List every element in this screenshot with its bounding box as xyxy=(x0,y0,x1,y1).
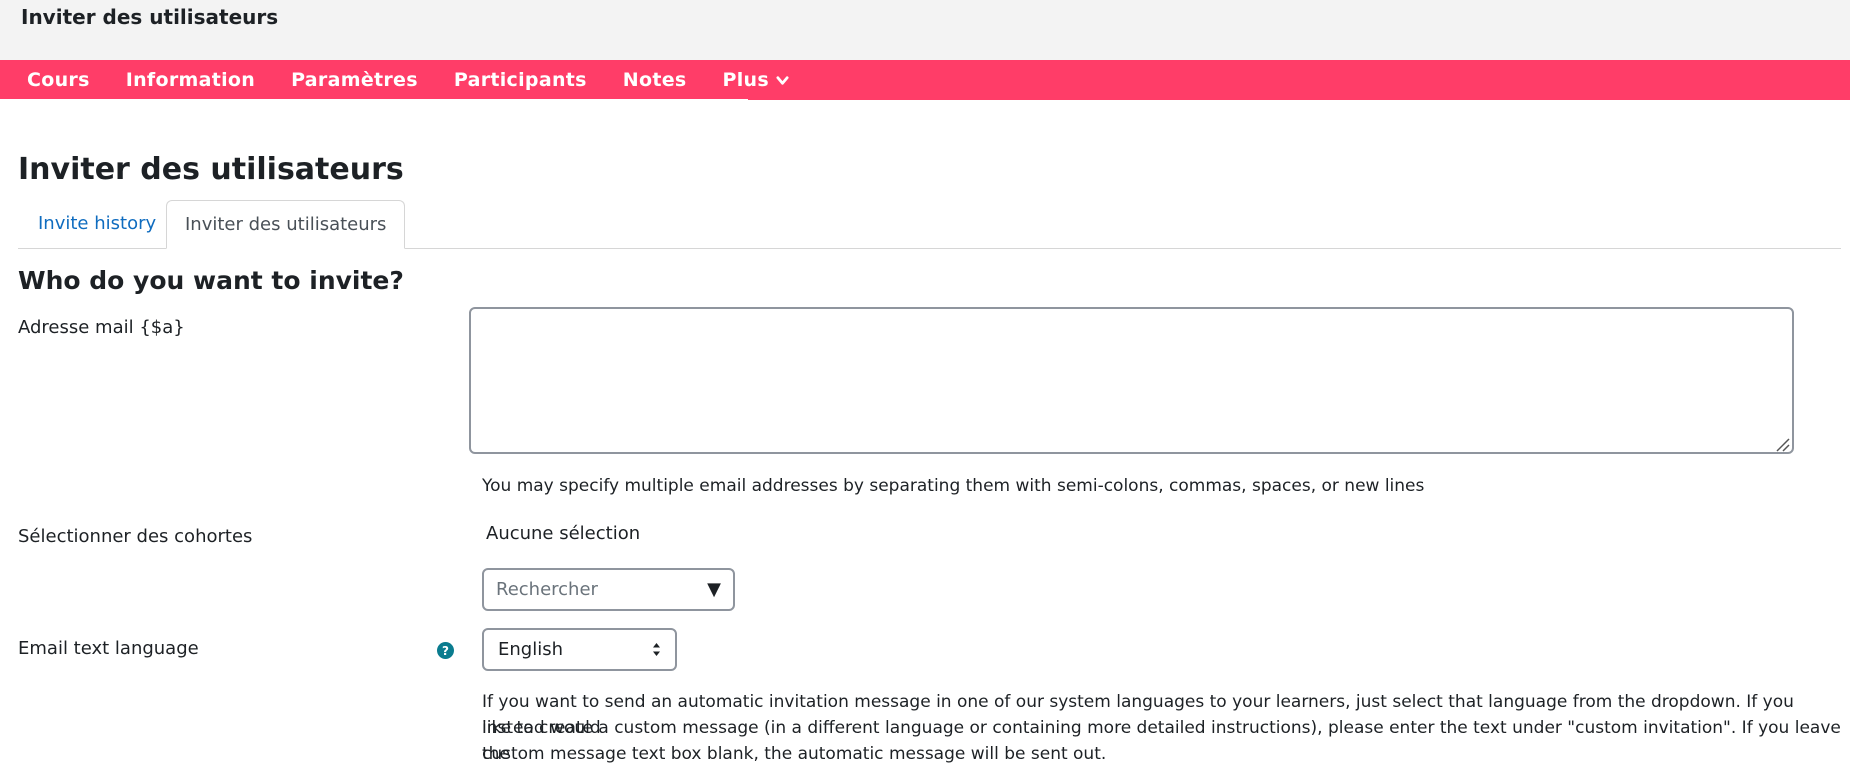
nav-item-information[interactable]: Information xyxy=(108,60,273,100)
nav-item-label: Participants xyxy=(453,69,587,91)
nav-item-parametres[interactable]: Paramètres xyxy=(273,60,436,100)
select-arrows-icon xyxy=(653,643,660,656)
cohort-search-box[interactable]: ▼ xyxy=(482,568,735,611)
nav-items: Cours Information Paramètres Participant… xyxy=(0,60,807,100)
nav-item-plus[interactable]: Plus xyxy=(705,60,807,100)
header-title: Inviter des utilisateurs xyxy=(21,5,279,29)
section-heading: Who do you want to invite? xyxy=(18,266,404,295)
nav-item-label: Cours xyxy=(27,69,90,91)
nav-item-notes[interactable]: Notes xyxy=(605,60,705,100)
resize-grip-icon[interactable] xyxy=(1774,436,1790,452)
page-title: Inviter des utilisateurs xyxy=(18,152,404,187)
nav-item-label: Notes xyxy=(622,69,687,91)
email-label: Adresse mail {$a} xyxy=(18,317,185,338)
nav-item-label: Information xyxy=(125,69,256,91)
nav-item-label: Paramètres xyxy=(291,69,418,91)
course-navigation: Cours Information Paramètres Participant… xyxy=(0,60,1850,100)
email-textarea[interactable] xyxy=(469,307,1794,454)
question-circle-icon[interactable]: ? xyxy=(437,642,454,659)
language-select[interactable]: English xyxy=(482,628,677,671)
nav-item-label: Plus xyxy=(722,69,769,91)
cohorts-label: Sélectionner des cohortes xyxy=(18,526,253,547)
email-help-text: You may specify multiple email addresses… xyxy=(482,476,1425,496)
nav-item-cours[interactable]: Cours xyxy=(0,60,108,100)
tab-invite-history[interactable]: Invite history xyxy=(20,200,174,248)
language-label: Email text language xyxy=(18,638,199,659)
cohort-search-input[interactable] xyxy=(496,570,696,609)
cohorts-selection: Aucune sélection xyxy=(486,523,641,544)
nav-item-participants[interactable]: Participants xyxy=(436,60,605,100)
tab-bar: Invite history Inviter des utilisateurs xyxy=(18,200,1841,249)
language-selected-value: English xyxy=(498,639,563,660)
language-help-line-3: custom message text box blank, the autom… xyxy=(482,744,1107,764)
dropdown-arrow-icon[interactable]: ▼ xyxy=(707,579,721,600)
tab-inviter-des-utilisateurs[interactable]: Inviter des utilisateurs xyxy=(166,200,406,249)
page-header: Inviter des utilisateurs xyxy=(0,0,1850,60)
nav-active-underline xyxy=(0,99,748,101)
chevron-down-icon xyxy=(776,75,789,85)
